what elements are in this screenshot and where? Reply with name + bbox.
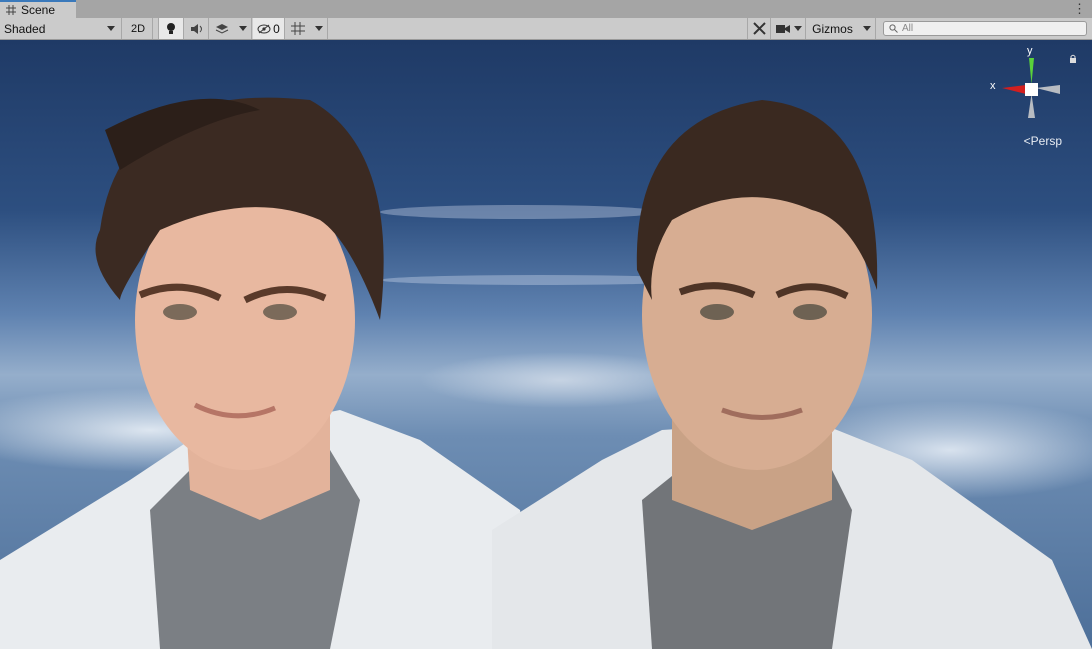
camera-icon bbox=[775, 24, 790, 33]
lock-icon[interactable] bbox=[1069, 54, 1077, 63]
scene-viewport[interactable]: y x <Persp bbox=[0, 40, 1092, 649]
projection-label: Persp bbox=[1030, 134, 1062, 148]
grid-dropdown[interactable] bbox=[310, 18, 328, 39]
gizmos-label: Gizmos bbox=[812, 21, 853, 36]
tab-scene[interactable]: Scene bbox=[0, 0, 76, 18]
hidden-count: 0 bbox=[273, 21, 280, 36]
shading-mode-label: Shaded bbox=[4, 21, 46, 36]
axis-gizmo-icon bbox=[1002, 58, 1060, 118]
character-model-left bbox=[0, 97, 540, 649]
toggle-2d-label: 2D bbox=[130, 22, 146, 35]
effects-dropdown[interactable] bbox=[234, 18, 252, 39]
grid-toggle-button[interactable] bbox=[286, 18, 310, 39]
layers-icon bbox=[215, 23, 229, 34]
chevron-down-icon bbox=[793, 26, 802, 31]
chevron-down-icon bbox=[238, 26, 247, 31]
projection-toggle[interactable]: <Persp bbox=[1024, 134, 1062, 148]
search-placeholder: All bbox=[902, 23, 914, 34]
tools-button[interactable] bbox=[747, 18, 771, 39]
scene-toolbar: Shaded 2D 0 Gizmos All bbox=[0, 18, 1092, 40]
chevron-left-icon: < bbox=[1023, 134, 1031, 148]
chevron-down-icon bbox=[314, 26, 323, 31]
gizmos-dropdown[interactable] bbox=[858, 18, 876, 39]
gizmos-button[interactable]: Gizmos bbox=[807, 18, 858, 39]
tab-label: Scene bbox=[21, 3, 56, 17]
more-options-icon[interactable]: ⋮ bbox=[1073, 1, 1086, 17]
lightbulb-icon bbox=[167, 23, 175, 34]
tab-bar: Scene ⋮ bbox=[0, 0, 1092, 18]
tools-icon bbox=[752, 22, 766, 35]
orientation-gizmo[interactable]: y x bbox=[990, 45, 1080, 148]
hidden-objects-toggle[interactable]: 0 bbox=[253, 18, 285, 39]
grid-snap-icon bbox=[291, 22, 305, 35]
lighting-toggle-button[interactable] bbox=[158, 18, 184, 39]
speaker-icon bbox=[190, 23, 202, 34]
shading-mode-dropdown[interactable]: Shaded bbox=[0, 18, 122, 39]
audio-toggle-button[interactable] bbox=[185, 18, 209, 39]
search-input[interactable]: All bbox=[883, 21, 1087, 36]
eye-slash-icon bbox=[257, 24, 271, 33]
chevron-down-icon bbox=[107, 26, 115, 31]
effects-toggle-button[interactable] bbox=[210, 18, 234, 39]
grid-icon bbox=[6, 5, 16, 15]
x-axis-label: x bbox=[990, 80, 996, 92]
toggle-2d-button[interactable]: 2D bbox=[124, 18, 153, 39]
y-axis-label: y bbox=[1027, 45, 1033, 57]
camera-settings-dropdown[interactable] bbox=[772, 18, 806, 39]
search-icon bbox=[889, 24, 898, 33]
chevron-down-icon bbox=[862, 26, 871, 31]
